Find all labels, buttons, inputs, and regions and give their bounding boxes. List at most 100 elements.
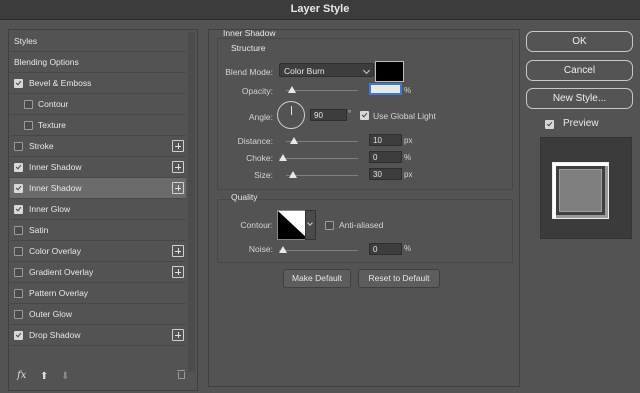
style-item-checkbox[interactable] — [24, 121, 33, 130]
new-style-button[interactable]: New Style... — [526, 88, 633, 109]
choke-unit: % — [404, 153, 412, 162]
styles-list-scrollbar[interactable] — [188, 32, 195, 372]
arrow-down-icon[interactable]: ⬇ — [61, 371, 69, 382]
styles-list-panel: Styles Blending Options Bevel & Emboss Cont… — [8, 29, 198, 391]
angle-unit: ° — [348, 109, 352, 118]
noise-input[interactable]: 0 — [369, 243, 402, 255]
style-item-pattern-overlay[interactable]: Pattern Overlay — [10, 283, 186, 304]
noise-unit: % — [404, 244, 412, 253]
style-item-checkbox[interactable] — [14, 79, 23, 88]
size-input[interactable]: 30 — [369, 168, 402, 180]
shadow-color-swatch[interactable] — [375, 61, 404, 82]
opacity-unit: % — [404, 86, 412, 95]
style-item-label: Satin — [29, 225, 49, 235]
reset-to-default-button[interactable]: Reset to Default — [358, 269, 440, 288]
style-item-checkbox[interactable] — [14, 184, 23, 193]
style-item-inner-glow[interactable]: Inner Glow — [10, 199, 186, 220]
style-item-inner-shadow[interactable]: Inner Shadow — [10, 157, 186, 178]
style-item-stroke[interactable]: Stroke — [10, 136, 186, 157]
choke-slider[interactable] — [279, 154, 358, 161]
blend-mode-select[interactable]: Color Burn — [279, 63, 374, 77]
opacity-slider-thumb[interactable] — [288, 86, 296, 93]
style-item-outer-glow[interactable]: Outer Glow — [10, 304, 186, 325]
style-preview-box — [540, 137, 632, 239]
add-effect-plus-icon[interactable] — [172, 329, 184, 341]
use-global-light-label: Use Global Light — [373, 111, 436, 121]
choke-slider-thumb[interactable] — [279, 154, 287, 161]
style-item-texture[interactable]: Texture — [10, 115, 186, 136]
style-item-bevel-emboss[interactable]: Bevel & Emboss — [10, 73, 186, 94]
cancel-button[interactable]: Cancel — [526, 60, 633, 81]
add-effect-plus-icon[interactable] — [172, 245, 184, 257]
angle-label: Angle: — [248, 112, 273, 122]
preview-thumbnail — [552, 162, 609, 219]
preview-label: Preview — [563, 118, 599, 129]
distance-input[interactable]: 10 — [369, 134, 402, 146]
arrow-up-icon[interactable]: ⬆ — [40, 371, 48, 382]
style-item-label: Bevel & Emboss — [29, 78, 92, 88]
make-default-button[interactable]: Make Default — [283, 269, 351, 288]
style-item-label: Styles — [14, 36, 38, 46]
size-label: Size: — [254, 170, 273, 180]
style-item-checkbox[interactable] — [14, 247, 23, 256]
style-item-gradient-overlay[interactable]: Gradient Overlay — [10, 262, 186, 283]
effect-settings-panel: Inner Shadow Structure Blend Mode: Color… — [208, 28, 520, 387]
style-item-checkbox[interactable] — [14, 331, 23, 340]
opacity-slider[interactable] — [286, 86, 358, 93]
section-title-inner-shadow: Inner Shadow — [223, 28, 276, 38]
style-item-label: Blending Options — [14, 57, 79, 67]
dialog-title: Layer Style — [0, 0, 640, 20]
noise-slider-thumb[interactable] — [279, 246, 287, 253]
style-item-checkbox[interactable] — [14, 163, 23, 172]
size-slider[interactable] — [286, 171, 358, 178]
add-effect-plus-icon[interactable] — [172, 161, 184, 173]
style-item-inner-shadow[interactable]: Inner Shadow — [10, 178, 186, 199]
style-item-checkbox[interactable] — [14, 205, 23, 214]
choke-input[interactable]: 0 — [369, 151, 402, 163]
opacity-input[interactable] — [369, 83, 402, 95]
distance-slider[interactable] — [286, 137, 358, 144]
ok-button[interactable]: OK — [526, 31, 633, 52]
distance-slider-thumb[interactable] — [290, 137, 298, 144]
add-effect-plus-icon[interactable] — [172, 182, 184, 194]
style-item-checkbox[interactable] — [24, 100, 33, 109]
style-item-checkbox[interactable] — [14, 310, 23, 319]
style-item-checkbox[interactable] — [14, 289, 23, 298]
distance-label: Distance: — [237, 136, 273, 146]
style-item-satin[interactable]: Satin — [10, 220, 186, 241]
style-item-drop-shadow[interactable]: Drop Shadow — [10, 325, 186, 346]
opacity-label: Opacity: — [241, 86, 273, 96]
chevron-down-icon — [362, 66, 371, 75]
angle-dial[interactable] — [277, 101, 305, 129]
style-item-blending-options[interactable]: Blending Options — [10, 52, 186, 73]
style-item-label: Inner Shadow — [29, 183, 82, 193]
add-effect-plus-icon[interactable] — [172, 266, 184, 278]
styles-list-footer: fx ⬆ ⬇ — [9, 366, 197, 390]
style-item-styles[interactable]: Styles — [10, 31, 186, 52]
style-item-checkbox[interactable] — [14, 142, 23, 151]
noise-slider[interactable] — [279, 246, 358, 253]
style-item-label: Stroke — [29, 141, 54, 151]
add-effect-plus-icon[interactable] — [172, 140, 184, 152]
use-global-light-checkbox[interactable] — [360, 111, 369, 120]
structure-heading: Structure — [231, 43, 266, 53]
style-item-contour[interactable]: Contour — [10, 94, 186, 115]
chevron-down-icon — [307, 220, 313, 226]
fx-icon[interactable]: fx — [17, 370, 26, 381]
style-item-checkbox[interactable] — [14, 268, 23, 277]
trash-icon[interactable] — [177, 370, 185, 379]
blend-mode-label: Blend Mode: — [225, 67, 273, 77]
angle-input[interactable]: 90 — [310, 109, 347, 121]
style-item-label: Drop Shadow — [29, 330, 81, 340]
anti-aliased-checkbox[interactable] — [325, 221, 334, 230]
preview-checkbox[interactable] — [545, 120, 554, 129]
style-item-label: Texture — [38, 120, 66, 130]
anti-aliased-label: Anti-aliased — [339, 220, 384, 230]
style-item-checkbox[interactable] — [14, 226, 23, 235]
size-slider-thumb[interactable] — [289, 171, 297, 178]
style-item-label: Contour — [38, 99, 69, 109]
style-item-color-overlay[interactable]: Color Overlay — [10, 241, 186, 262]
contour-dropdown[interactable] — [305, 210, 316, 240]
noise-label: Noise: — [248, 244, 273, 254]
quality-heading: Quality — [231, 192, 258, 202]
